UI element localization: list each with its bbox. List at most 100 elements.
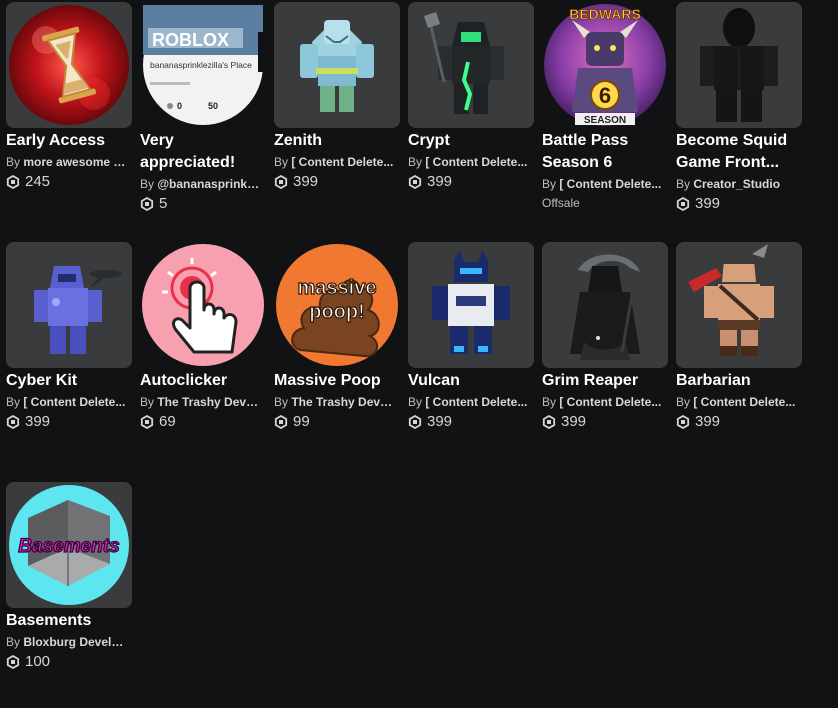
item-name[interactable]: Become Squid Game Front... [676, 130, 808, 174]
item-creator[interactable]: By The Trashy Devel... [140, 394, 262, 410]
item-card-massive-poop[interactable]: massive poop! Massive Poop By The Trashy… [274, 242, 408, 431]
place-stat: 0 [177, 101, 182, 111]
tap-hand-icon [140, 242, 266, 368]
item-thumbnail[interactable]: Basements [6, 482, 132, 608]
item-creator[interactable]: By Creator_Studio [676, 176, 798, 192]
by-label: By [6, 395, 24, 409]
item-thumbnail[interactable] [676, 242, 802, 368]
item-name[interactable]: Battle Pass Season 6 [542, 130, 674, 174]
item-name[interactable]: Zenith [274, 130, 406, 152]
cyber-kit-avatar-icon [6, 242, 132, 368]
item-name[interactable]: Cyber Kit [6, 370, 138, 392]
vulcan-avatar-icon [408, 242, 534, 368]
price-value: 399 [25, 413, 51, 430]
place-stat-2: 50 [208, 101, 218, 111]
basement-room-icon: Basements [6, 482, 132, 608]
item-thumbnail[interactable] [676, 2, 802, 128]
item-thumbnail[interactable] [408, 242, 534, 368]
item-thumbnail[interactable]: BEDWARS 6 SEASON [542, 2, 668, 128]
item-creator[interactable]: By Bloxburg Develo... [6, 634, 128, 650]
item-name[interactable]: Grim Reaper [542, 370, 674, 392]
item-name[interactable]: Crypt [408, 130, 540, 152]
item-card-early-access[interactable]: Early Access By more awesome g... 245 [6, 2, 140, 191]
creator-name[interactable]: more awesome g... [23, 155, 128, 169]
price-value: 100 [25, 653, 51, 670]
creator-name[interactable]: [ Content Delete... [693, 395, 795, 409]
item-creator[interactable]: By more awesome g... [6, 154, 128, 170]
squid-game-avatar-icon [676, 2, 802, 128]
poop-text-line1: massive [298, 277, 377, 299]
reaper-avatar-icon [542, 242, 668, 368]
by-label: By [676, 177, 694, 191]
item-name[interactable]: Vulcan [408, 370, 540, 392]
creator-name[interactable]: [ Content Delete... [425, 395, 527, 409]
item-card-cyber-kit[interactable]: Cyber Kit By [ Content Delete... 399 [6, 242, 140, 431]
creator-name[interactable]: [ Content Delete... [291, 155, 393, 169]
item-card-autoclicker[interactable]: Autoclicker By The Trashy Devel... 69 [140, 242, 274, 431]
robux-icon [408, 415, 422, 429]
item-creator[interactable]: By [ Content Delete... [408, 154, 530, 170]
creator-name[interactable]: The Trashy Devel... [291, 395, 396, 409]
item-name[interactable]: Basements [6, 610, 138, 632]
item-card-barbarian[interactable]: Barbarian By [ Content Delete... 399 [676, 242, 810, 431]
robux-icon [6, 415, 20, 429]
creator-name[interactable]: [ Content Delete... [559, 395, 661, 409]
creator-name[interactable]: [ Content Delete... [559, 177, 661, 191]
creator-name[interactable]: [ Content Delete... [23, 395, 125, 409]
item-price: 399 [408, 173, 542, 191]
item-card-vulcan[interactable]: Vulcan By [ Content Delete... 399 [408, 242, 542, 431]
item-card-crypt[interactable]: Crypt By [ Content Delete... 399 [408, 2, 542, 191]
item-creator[interactable]: By [ Content Delete... [676, 394, 798, 410]
item-name[interactable]: Barbarian [676, 370, 808, 392]
robux-icon [542, 415, 556, 429]
robux-icon [676, 197, 690, 211]
item-thumbnail[interactable]: ROBLOX bananasprinklezilla's Place 0 50 [140, 2, 266, 128]
item-creator[interactable]: By [ Content Delete... [542, 176, 664, 192]
basements-label: Basements [18, 536, 119, 557]
by-label: By [542, 177, 560, 191]
by-label: By [6, 155, 24, 169]
place-logo-text: ROBLOX [152, 30, 229, 50]
item-price: 399 [274, 173, 408, 191]
price-value: 69 [159, 413, 176, 430]
gamepass-grid: Early Access By more awesome g... 245 RO… [0, 0, 838, 708]
bedwars-logo-text: BEDWARS [569, 6, 641, 22]
item-creator[interactable]: By [ Content Delete... [408, 394, 530, 410]
item-name[interactable]: Early Access [6, 130, 138, 152]
item-card-zenith[interactable]: Zenith By [ Content Delete... 399 [274, 2, 408, 191]
creator-name[interactable]: @bananasprinkle... [157, 177, 262, 191]
creator-name[interactable]: [ Content Delete... [425, 155, 527, 169]
item-thumbnail[interactable] [408, 2, 534, 128]
item-creator[interactable]: By [ Content Delete... [542, 394, 664, 410]
item-thumbnail[interactable] [6, 242, 132, 368]
creator-name[interactable]: Bloxburg Develo... [23, 635, 128, 649]
item-card-battle-pass[interactable]: BEDWARS 6 SEASON Battle Pass Season 6 By… [542, 2, 676, 211]
item-thumbnail[interactable] [274, 2, 400, 128]
item-thumbnail[interactable] [6, 2, 132, 128]
creator-name[interactable]: Creator_Studio [693, 177, 780, 191]
item-creator[interactable]: By [ Content Delete... [274, 154, 396, 170]
item-name[interactable]: Massive Poop [274, 370, 406, 392]
item-creator[interactable]: By @bananasprinkle... [140, 176, 262, 192]
creator-name[interactable]: The Trashy Devel... [157, 395, 262, 409]
item-thumbnail[interactable] [542, 242, 668, 368]
item-thumbnail[interactable] [140, 242, 266, 368]
item-price: 399 [542, 413, 676, 431]
price-value: 99 [293, 413, 310, 430]
item-price: 399 [676, 413, 810, 431]
item-creator[interactable]: By The Trashy Devel... [274, 394, 396, 410]
item-card-squid-game[interactable]: Become Squid Game Front... By Creator_St… [676, 2, 810, 213]
item-card-very-appreciated[interactable]: ROBLOX bananasprinklezilla's Place 0 50 … [140, 2, 274, 213]
item-card-basements[interactable]: Basements Basements By Bloxburg Develo..… [6, 482, 140, 671]
by-label: By [140, 177, 158, 191]
crypt-avatar-icon [408, 2, 534, 128]
item-name[interactable]: Autoclicker [140, 370, 272, 392]
item-price: 245 [6, 173, 140, 191]
item-creator[interactable]: By [ Content Delete... [6, 394, 128, 410]
item-thumbnail[interactable]: massive poop! [274, 242, 400, 368]
poop-icon: massive poop! [274, 242, 400, 368]
price-value: 399 [293, 173, 319, 190]
item-price: 99 [274, 413, 408, 431]
item-name[interactable]: Very appreciated! [140, 130, 272, 174]
item-card-grim-reaper[interactable]: Grim Reaper By [ Content Delete... 399 [542, 242, 676, 431]
